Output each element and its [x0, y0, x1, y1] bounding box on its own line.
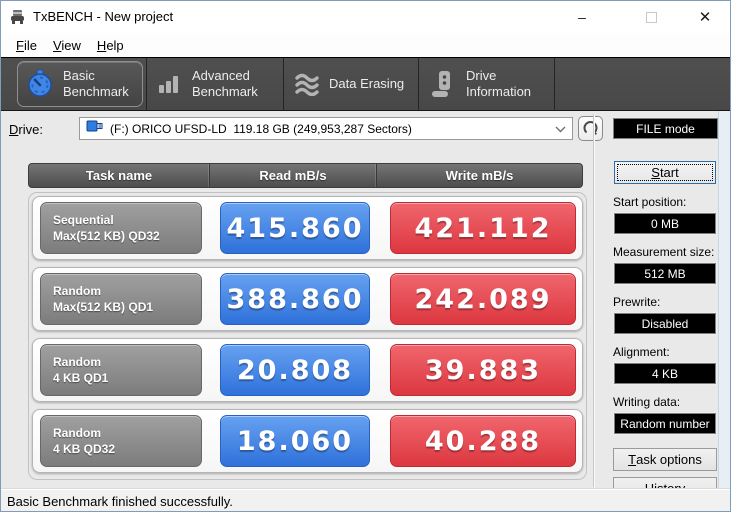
- toolbar: Basic Benchmark Advanced Benchmark Data …: [1, 57, 730, 111]
- task-button-random-4k-qd1[interactable]: Random 4 KB QD1: [40, 344, 202, 396]
- drive-selected-value: (F:) ORICO UFSD-LD 119.18 GB (249,953,28…: [110, 121, 412, 136]
- file-mode-button[interactable]: FILE mode: [613, 118, 718, 139]
- alignment-label: Alignment:: [613, 345, 670, 359]
- window-title: TxBENCH - New project: [33, 9, 174, 24]
- col-task-name: Task name: [85, 168, 153, 183]
- task-button-random-4k-qd32[interactable]: Random 4 KB QD32: [40, 415, 202, 467]
- prewrite-label: Prewrite:: [613, 295, 661, 309]
- tab-label: Advanced Benchmark: [192, 67, 258, 99]
- table-row: Random Max(512 KB) QD1 388.860 242.089: [32, 267, 583, 331]
- app-window: TxBENCH - New project – ✕ File View Help…: [0, 0, 731, 512]
- menubar: File View Help: [1, 33, 730, 57]
- usb-drive-icon: [86, 119, 104, 138]
- bar-chart-icon: [157, 72, 183, 96]
- task-button-random-qd1[interactable]: Random Max(512 KB) QD1: [40, 273, 202, 325]
- close-button[interactable]: ✕: [679, 1, 730, 33]
- status-message: Basic Benchmark finished successfully.: [7, 493, 233, 509]
- erase-waves-icon: [294, 72, 320, 96]
- write-value: 39.883: [390, 344, 576, 396]
- tab-advanced-benchmark[interactable]: Advanced Benchmark: [147, 58, 283, 110]
- start-position-label: Start position:: [613, 195, 687, 209]
- chevron-down-icon: [555, 120, 566, 138]
- read-value: 18.060: [220, 415, 370, 467]
- tab-label: Basic Benchmark: [63, 67, 129, 99]
- minimize-button[interactable]: –: [559, 1, 605, 33]
- measurement-size-field[interactable]: 512 MB: [614, 263, 716, 284]
- right-margin-strip: [718, 111, 730, 488]
- menu-help[interactable]: Help: [89, 35, 132, 56]
- table-row: Random 4 KB QD1 20.808 39.883: [32, 338, 583, 402]
- stopwatch-icon: [26, 69, 54, 99]
- writing-data-field[interactable]: Random number: [614, 413, 716, 434]
- tab-drive-information[interactable]: Drive Information: [419, 58, 554, 110]
- panel-divider: [593, 114, 595, 487]
- sidebar: Start Start position: 0 MB Measurement s…: [601, 161, 718, 500]
- write-value: 421.112: [390, 202, 576, 254]
- alignment-field[interactable]: 4 KB: [614, 363, 716, 384]
- refresh-icon: [583, 121, 598, 136]
- titlebar: TxBENCH - New project – ✕: [1, 1, 730, 33]
- read-value: 415.860: [220, 202, 370, 254]
- task-button-sequential-qd32[interactable]: Sequential Max(512 KB) QD32: [40, 202, 202, 254]
- write-value: 40.288: [390, 415, 576, 467]
- statusbar: Basic Benchmark finished successfully.: [1, 488, 730, 511]
- tab-basic-benchmark[interactable]: Basic Benchmark: [17, 61, 143, 107]
- col-write: Write mB/s: [376, 164, 582, 187]
- tab-label: Drive Information: [466, 67, 532, 99]
- read-value: 20.808: [220, 344, 370, 396]
- drive-label: Drive:: [9, 122, 43, 137]
- benchmark-rows: Sequential Max(512 KB) QD32 415.860 421.1…: [28, 192, 587, 480]
- drive-select[interactable]: (F:) ORICO UFSD-LD 119.18 GB (249,953,28…: [79, 117, 573, 140]
- app-icon: [11, 10, 24, 24]
- write-value: 242.089: [390, 273, 576, 325]
- start-position-field[interactable]: 0 MB: [614, 213, 716, 234]
- task-options-button[interactable]: Task options: [613, 448, 717, 471]
- menu-file[interactable]: File: [8, 35, 45, 56]
- drive-icon: [429, 69, 457, 99]
- col-read: Read mB/s: [209, 164, 376, 187]
- maximize-icon: [645, 11, 657, 23]
- table-header: Task name Read mB/s Write mB/s: [28, 163, 583, 188]
- measurement-size-label: Measurement size:: [613, 245, 715, 259]
- table-row: Random 4 KB QD32 18.060 40.288: [32, 409, 583, 473]
- prewrite-field[interactable]: Disabled: [614, 313, 716, 334]
- tab-data-erasing[interactable]: Data Erasing: [284, 58, 418, 110]
- refresh-drives-button[interactable]: [578, 116, 603, 141]
- maximize-button[interactable]: [628, 1, 674, 33]
- table-row: Sequential Max(512 KB) QD32 415.860 421.1…: [32, 196, 583, 260]
- menu-view[interactable]: View: [45, 35, 89, 56]
- tab-label: Data Erasing: [329, 75, 405, 91]
- start-button[interactable]: Start: [614, 161, 716, 184]
- read-value: 388.860: [220, 273, 370, 325]
- writing-data-label: Writing data:: [613, 395, 681, 409]
